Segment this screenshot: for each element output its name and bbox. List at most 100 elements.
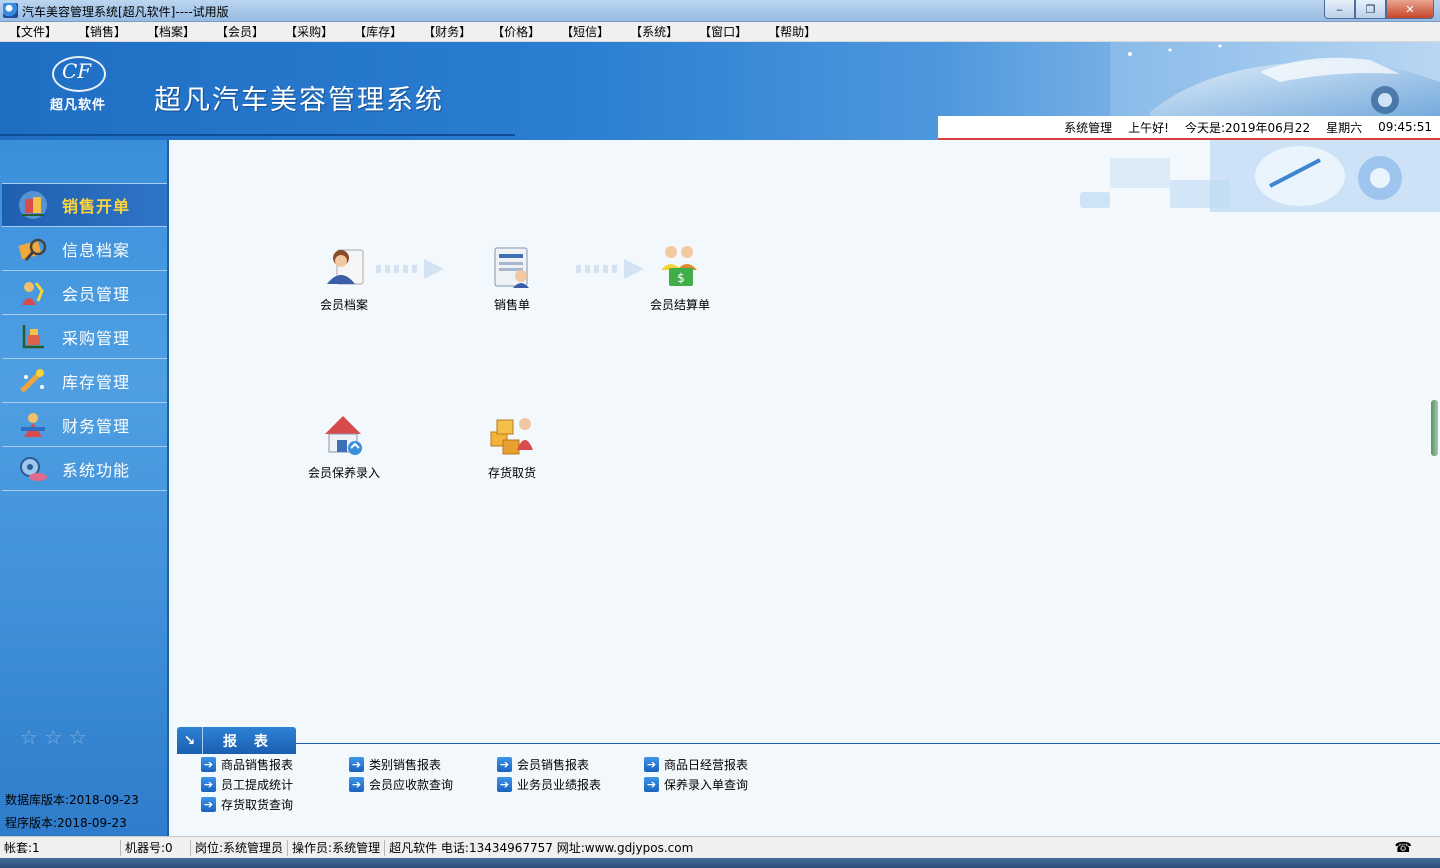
arrow-right-icon: ➔ — [349, 757, 364, 772]
maintenance-entry-label: 会员保养录入 — [307, 466, 380, 480]
header-banner: CF 超凡软件 超凡汽车美容管理系统 系统管理 上午好! 今天是:2019年06… — [0, 42, 1440, 140]
arrow-right-icon: ➔ — [349, 777, 364, 792]
sidebar-item-purchase-manage[interactable]: 采购管理 — [2, 315, 167, 359]
sidebar-item-inventory-manage[interactable]: 库存管理 — [2, 359, 167, 403]
report-link-label: 会员销售报表 — [517, 758, 590, 772]
system-function-icon — [16, 453, 50, 485]
window-controls: ‒ ❐ ✕ — [1324, 0, 1434, 19]
menu-help[interactable]: 【帮助】 — [768, 23, 816, 40]
db-version: 数据库版本:2018-09-23 — [5, 793, 139, 807]
report-member-sales[interactable]: ➔ 会员销售报表 — [497, 756, 589, 773]
reports-divider — [296, 743, 1440, 744]
report-link-label: 业务员业绩报表 — [517, 778, 602, 792]
status-machine: 机器号:0 — [121, 839, 191, 856]
close-button[interactable]: ✕ — [1386, 0, 1434, 19]
member-archive-icon — [327, 249, 364, 285]
report-stock-pickup-query[interactable]: ➔ 存货取货查询 — [201, 796, 293, 813]
scrollbar-handle[interactable] — [1431, 400, 1438, 456]
svg-text:$: $ — [677, 271, 685, 285]
report-link-label: 商品日经营报表 — [664, 758, 749, 772]
menu-archive[interactable]: 【档案】 — [147, 23, 195, 40]
maximize-button[interactable]: ❐ — [1355, 0, 1386, 19]
stock-pickup-button[interactable]: 存货取货 — [462, 410, 562, 481]
phone-icon: ☎ — [1394, 840, 1412, 856]
report-link-label: 类别销售报表 — [369, 758, 442, 772]
status-operator: 操作员:系统管理 — [288, 839, 386, 856]
report-employee-commission[interactable]: ➔ 员工提成统计 — [201, 776, 293, 793]
menu-finance[interactable]: 【财务】 — [423, 23, 471, 40]
title-bar: 汽车美容管理系统[超凡软件]----试用版 ‒ ❐ ✕ — [0, 0, 1440, 22]
collapse-arrow-icon[interactable]: ↘ — [177, 727, 203, 754]
report-product-sales[interactable]: ➔ 商品销售报表 — [201, 756, 293, 773]
logo-mark: CF — [62, 59, 92, 83]
report-link-label: 员工提成统计 — [221, 778, 294, 792]
sidebar-item-sales-order[interactable]: 销售开单 — [2, 183, 167, 227]
report-daily-operation[interactable]: ➔ 商品日经营报表 — [644, 756, 748, 773]
logo-text: 超凡软件 — [50, 98, 107, 113]
banner-wave — [0, 134, 515, 136]
sales-order-label: 销售单 — [493, 298, 530, 312]
arrow-right-icon: ➔ — [201, 777, 216, 792]
main-workspace: 会员档案 销售单 $ 会员结算单 会员保养录入 存货取货 ↘ 报 表 ➔ 商品销… — [169, 140, 1440, 836]
purchase-manage-icon — [16, 321, 50, 353]
arrow-right-icon: ➔ — [201, 797, 216, 812]
arrow-right-icon: ➔ — [201, 757, 216, 772]
report-salesperson-performance[interactable]: ➔ 业务员业绩报表 — [497, 776, 601, 793]
current-user: 系统管理 — [1064, 120, 1113, 135]
arrow-right-icon: ➔ — [644, 777, 659, 792]
sidebar-item-member-manage[interactable]: 会员管理 — [2, 271, 167, 315]
sidebar-item-label: 会员管理 — [62, 284, 131, 304]
member-settlement-button[interactable]: $ 会员结算单 — [630, 242, 730, 313]
sales-order-button[interactable]: 销售单 — [462, 242, 562, 313]
menu-sales[interactable]: 【销售】 — [78, 23, 126, 40]
status-company: 超凡软件 电话:13434967757 网址:www.gdjypos.com — [389, 841, 694, 855]
sidebar-item-label: 系统功能 — [62, 460, 131, 480]
report-category-sales[interactable]: ➔ 类别销售报表 — [349, 756, 441, 773]
menu-member[interactable]: 【会员】 — [216, 23, 264, 40]
arrow-right-icon: ➔ — [497, 757, 512, 772]
sales-order-icon — [16, 189, 50, 221]
status-post: 岗位:系统管理员 — [191, 839, 289, 856]
minimize-button[interactable]: ‒ — [1324, 0, 1355, 19]
menu-sms[interactable]: 【短信】 — [561, 23, 609, 40]
window-title: 汽车美容管理系统[超凡软件]----试用版 — [22, 5, 229, 19]
report-link-label: 存货取货查询 — [221, 798, 294, 812]
current-weekday: 星期六 — [1326, 120, 1363, 135]
maintenance-entry-icon — [325, 416, 362, 455]
arrow-right-icon: ➔ — [497, 777, 512, 792]
sidebar-item-system-function[interactable]: 系统功能 — [2, 447, 167, 491]
report-link-label: 会员应收款查询 — [369, 778, 454, 792]
header-decoration — [1080, 140, 1440, 212]
sidebar-nav: 销售开单 信息档案 会员管理 采购管理 库存管理 财务管理 系统功能 — [2, 183, 167, 491]
member-settlement-icon: $ — [661, 246, 697, 286]
menu-purchase[interactable]: 【采购】 — [285, 23, 333, 40]
sidebar-item-label: 销售开单 — [62, 197, 131, 216]
greeting: 上午好! — [1128, 120, 1169, 135]
report-link-label: 保养录入单查询 — [664, 778, 749, 792]
status-account: 帐套:1 — [0, 839, 121, 856]
sidebar-item-label: 采购管理 — [62, 328, 131, 348]
sidebar-item-info-archive[interactable]: 信息档案 — [2, 227, 167, 271]
menu-system[interactable]: 【系统】 — [630, 23, 678, 40]
report-maintenance-query[interactable]: ➔ 保养录入单查询 — [644, 776, 748, 793]
sidebar-item-label: 财务管理 — [62, 416, 131, 436]
reports-title: 报 表 — [223, 733, 274, 750]
menu-file[interactable]: 【文件】 — [9, 23, 57, 40]
stock-pickup-icon — [490, 418, 533, 455]
sidebar-item-label: 信息档案 — [62, 240, 131, 260]
menu-price[interactable]: 【价格】 — [492, 23, 540, 40]
info-archive-icon — [16, 233, 50, 265]
sidebar-item-finance-manage[interactable]: 财务管理 — [2, 403, 167, 447]
current-date: 今天是:2019年06月22 — [1184, 120, 1311, 135]
finance-manage-icon — [16, 409, 50, 441]
menu-inventory[interactable]: 【库存】 — [354, 23, 402, 40]
inventory-manage-icon — [16, 365, 50, 397]
stock-pickup-label: 存货取货 — [487, 466, 536, 480]
car-banner-image — [1110, 42, 1440, 120]
sidebar-item-label: 库存管理 — [62, 372, 131, 392]
report-link-label: 商品销售报表 — [221, 758, 294, 772]
maintenance-entry-button[interactable]: 会员保养录入 — [294, 410, 394, 481]
member-archive-label: 会员档案 — [319, 298, 368, 312]
menu-window[interactable]: 【窗口】 — [699, 23, 747, 40]
report-member-receivable[interactable]: ➔ 会员应收款查询 — [349, 776, 453, 793]
